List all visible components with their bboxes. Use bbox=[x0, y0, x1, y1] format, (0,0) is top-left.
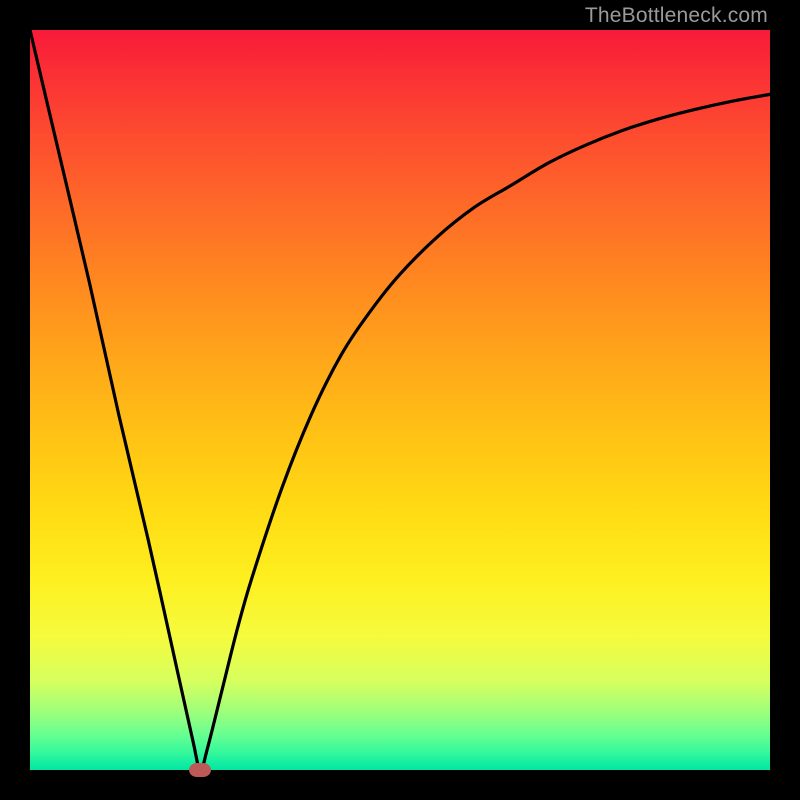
watermark-text: TheBottleneck.com bbox=[585, 4, 768, 28]
curve-svg bbox=[30, 30, 770, 770]
chart-frame: TheBottleneck.com bbox=[0, 0, 800, 800]
optimum-marker bbox=[189, 763, 211, 777]
plot-area bbox=[30, 30, 770, 770]
bottleneck-curve-path bbox=[30, 30, 770, 770]
